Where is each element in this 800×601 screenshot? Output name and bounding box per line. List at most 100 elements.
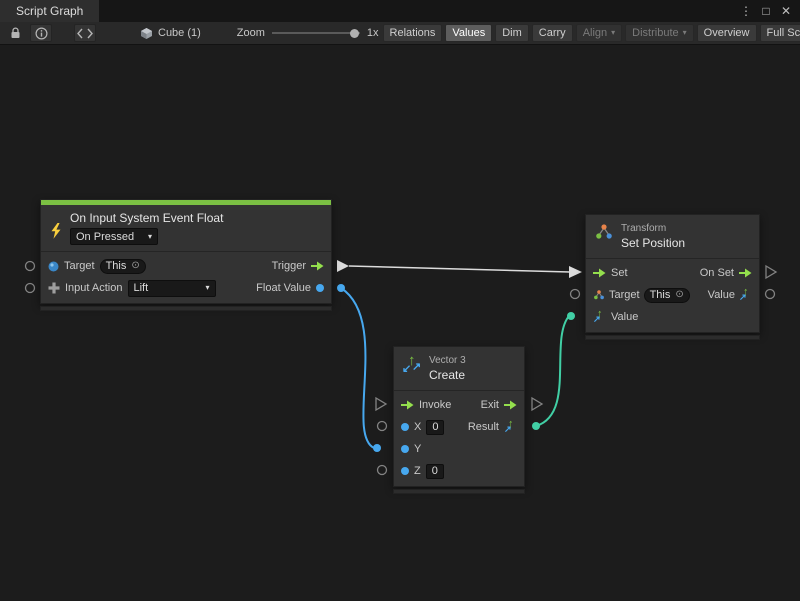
set-flow-port[interactable]	[593, 268, 606, 278]
zoom-label: Zoom	[237, 27, 265, 39]
wire-floatvalue-start-dot[interactable]	[337, 284, 345, 292]
float-value-port-label: Float Value	[256, 282, 311, 294]
tab-script-graph[interactable]: Script Graph	[0, 0, 99, 22]
wire-value-end-dot[interactable]	[567, 312, 575, 320]
chevron-down-icon: ▾	[205, 284, 209, 292]
overview-button[interactable]: Overview	[697, 24, 757, 42]
zoom-slider-track[interactable]	[272, 32, 360, 34]
x-value-field[interactable]: 0	[426, 420, 444, 435]
wire-y-end-dot[interactable]	[373, 444, 381, 452]
node-vector3-create[interactable]: ↑↙↗ Vector 3 Create Invoke	[393, 346, 525, 494]
vector-z-row: Z 0	[394, 460, 524, 482]
zoom-value: 1x	[367, 27, 379, 39]
relations-button[interactable]: Relations	[383, 24, 443, 42]
port-event-action-circle[interactable]	[26, 284, 35, 293]
port-transform-valueout-circle[interactable]	[766, 290, 775, 299]
event-mode-dropdown[interactable]: On Pressed ▾	[70, 228, 158, 245]
port-vector-x-circle[interactable]	[378, 422, 387, 431]
input-action-icon	[48, 282, 60, 294]
node-title: Set Position	[621, 235, 685, 251]
node-on-input-system-event-float[interactable]: On Input System Event Float On Pressed ▾	[40, 199, 332, 311]
event-mode-value: On Pressed	[76, 231, 134, 243]
zoom-slider[interactable]	[272, 27, 360, 39]
cube-icon	[140, 27, 153, 40]
port-vector-exit-triangle[interactable]	[532, 398, 542, 410]
wire-result-start-dot[interactable]	[532, 422, 540, 430]
chevron-down-icon: ▾	[683, 29, 687, 37]
object-picker-icon: ⊙	[131, 261, 139, 271]
result-vector-port[interactable]: ↑↗	[504, 421, 517, 434]
align-label: Align	[583, 27, 607, 39]
z-value: 0	[432, 465, 438, 477]
event-target-object-field[interactable]: This ⊙	[100, 259, 146, 274]
carry-button[interactable]: Carry	[532, 24, 573, 42]
chevron-down-icon: ▾	[611, 29, 615, 37]
full-screen-button[interactable]: Full Screen	[760, 24, 800, 42]
on-set-port-label: On Set	[700, 267, 734, 279]
value-out-vector-port[interactable]: ↑↗	[739, 289, 752, 302]
wire-floatvalue-to-y[interactable]	[341, 288, 374, 448]
code-button[interactable]	[74, 24, 96, 42]
wire-trigger-to-set[interactable]	[349, 266, 570, 272]
input-action-dropdown[interactable]: Lift ▾	[128, 280, 216, 297]
code-icon	[77, 28, 93, 39]
result-port-label: Result	[468, 421, 499, 433]
node-footer	[40, 306, 332, 311]
invoke-flow-port[interactable]	[401, 400, 414, 410]
lock-button[interactable]	[4, 24, 26, 42]
target-port-label: Target	[64, 260, 95, 272]
lightning-icon	[49, 216, 63, 245]
distribute-label: Distribute	[632, 27, 678, 39]
dim-button[interactable]: Dim	[495, 24, 529, 42]
z-value-field[interactable]: 0	[426, 464, 444, 479]
x-port[interactable]	[401, 423, 409, 431]
node-type-label: Vector 3	[429, 354, 466, 367]
value-in-vector-port[interactable]: ↑↗	[593, 311, 606, 324]
graph-target-label: Cube (1)	[158, 27, 201, 39]
wire-set-end-arrow[interactable]	[569, 266, 582, 278]
toolbar: Cube (1) Zoom 1x Relations Values Dim Ca…	[0, 22, 800, 45]
vector3-icon: ↑↙↗	[402, 354, 422, 374]
z-port[interactable]	[401, 467, 409, 475]
transform-icon	[594, 222, 614, 242]
x-value: 0	[432, 421, 438, 433]
info-button[interactable]	[30, 24, 52, 42]
node-transform-set-position[interactable]: Transform Set Position Set	[585, 214, 760, 340]
on-set-flow-port[interactable]	[739, 268, 752, 278]
script-graph-window: Script Graph ⋮ □ ✕ Cube	[0, 0, 800, 601]
close-icon[interactable]: ✕	[779, 4, 793, 18]
values-button[interactable]: Values	[445, 24, 492, 42]
y-port[interactable]	[401, 445, 409, 453]
graph-canvas[interactable]: On Input System Event Float On Pressed ▾	[0, 46, 800, 601]
port-transform-onset-triangle[interactable]	[766, 266, 776, 278]
info-icon	[35, 27, 48, 40]
node-footer	[393, 489, 525, 494]
maximize-icon[interactable]: □	[759, 4, 773, 18]
float-value-port[interactable]	[316, 284, 324, 292]
port-vector-z-circle[interactable]	[378, 466, 387, 475]
event-target-row: Target This ⊙ Trigger	[41, 255, 331, 277]
kebab-menu-icon[interactable]: ⋮	[739, 4, 753, 18]
node-footer	[585, 335, 760, 340]
align-dropdown[interactable]: Align ▾	[576, 24, 622, 42]
input-action-value: Lift	[134, 282, 149, 294]
port-vector-invoke-triangle[interactable]	[376, 398, 386, 410]
trigger-flow-port[interactable]	[311, 261, 324, 271]
x-port-label: X	[414, 421, 421, 433]
vector-y-row: Y	[394, 438, 524, 460]
y-port-label: Y	[414, 443, 421, 455]
set-port-label: Set	[611, 267, 628, 279]
input-action-port-label: Input Action	[65, 282, 123, 294]
exit-flow-port[interactable]	[504, 400, 517, 410]
transform-target-object-field[interactable]: This ⊙	[644, 288, 690, 303]
zoom-slider-knob[interactable]	[350, 29, 359, 38]
wire-result-to-value[interactable]	[536, 316, 569, 426]
port-transform-target-circle[interactable]	[571, 290, 580, 299]
value-in-port-label: Value	[611, 311, 638, 323]
graph-target-selector[interactable]: Cube (1)	[134, 25, 207, 42]
distribute-dropdown[interactable]: Distribute ▾	[625, 24, 693, 42]
wire-trigger-start-arrow[interactable]	[337, 260, 349, 272]
port-event-target-circle[interactable]	[26, 262, 35, 271]
zoom-control: Zoom 1x	[237, 27, 379, 39]
value-out-port-label: Value	[708, 289, 735, 301]
